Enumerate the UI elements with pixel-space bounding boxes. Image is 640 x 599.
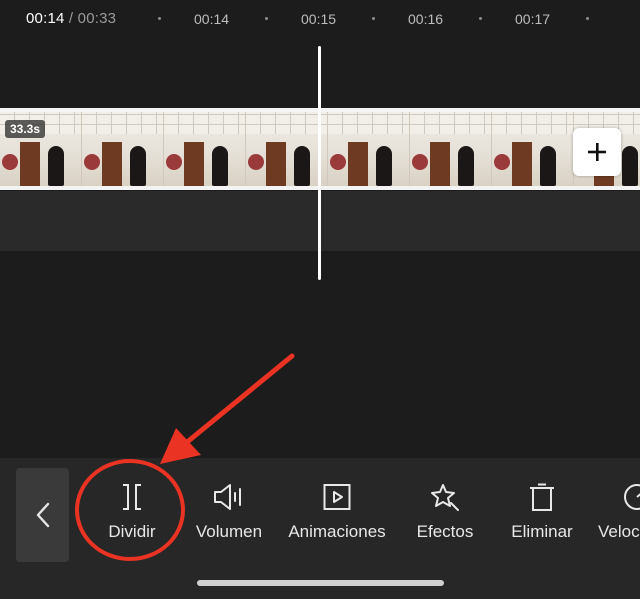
total-time: 00:33 [77,10,117,27]
thumbnail-frame [246,112,328,186]
ruler-tick: 00:17 [515,11,551,27]
tool-label: Veloc [598,522,640,541]
home-indicator [197,580,444,586]
speed-gauge-icon [624,484,640,510]
back-button[interactable] [16,468,69,562]
tool-label: Animaciones [288,522,386,541]
thumbnail-frame [328,112,410,186]
ruler-dot [265,17,268,20]
sparkle-star-icon [431,484,459,511]
playhead[interactable] [318,46,321,280]
speaker-icon [214,484,241,510]
timeline-ruler: 00:14 / 00:33 00:14 00:15 00:16 00:17 [0,0,640,38]
play-square-icon [323,484,351,510]
thumbnail-frame [82,112,164,186]
current-time: 00:14 [26,10,65,27]
chevron-left-icon [36,502,49,528]
ruler-tick: 00:16 [408,11,444,27]
ruler-dot [479,17,482,20]
add-clip-button[interactable] [573,128,621,176]
time-separator: / [64,10,78,27]
thumbnail-frame [492,112,574,186]
timecode: 00:14 / 00:33 [26,10,116,27]
ruler-tick: 00:14 [194,11,230,27]
ruler-dot [372,17,375,20]
tool-delete[interactable]: Eliminar [507,482,577,552]
thumbnail-frame [164,112,246,186]
ruler-tick: 00:15 [301,11,337,27]
duration-badge: 33.3s [5,120,46,138]
ruler-dot [158,17,161,20]
tool-speed[interactable]: Veloc [598,482,640,552]
plus-icon [588,143,606,161]
tool-label: Efectos [416,522,474,541]
ruler-dot [586,17,589,20]
trash-icon [530,483,554,511]
tool-volume[interactable]: Volumen [190,482,268,552]
tool-animations[interactable]: Animaciones [283,482,391,552]
highlight-circle [75,459,185,561]
tool-label: Volumen [195,522,263,541]
tool-label: Eliminar [511,522,573,541]
thumbnail-frame [410,112,492,186]
tool-effects[interactable]: Efectos [412,482,478,552]
